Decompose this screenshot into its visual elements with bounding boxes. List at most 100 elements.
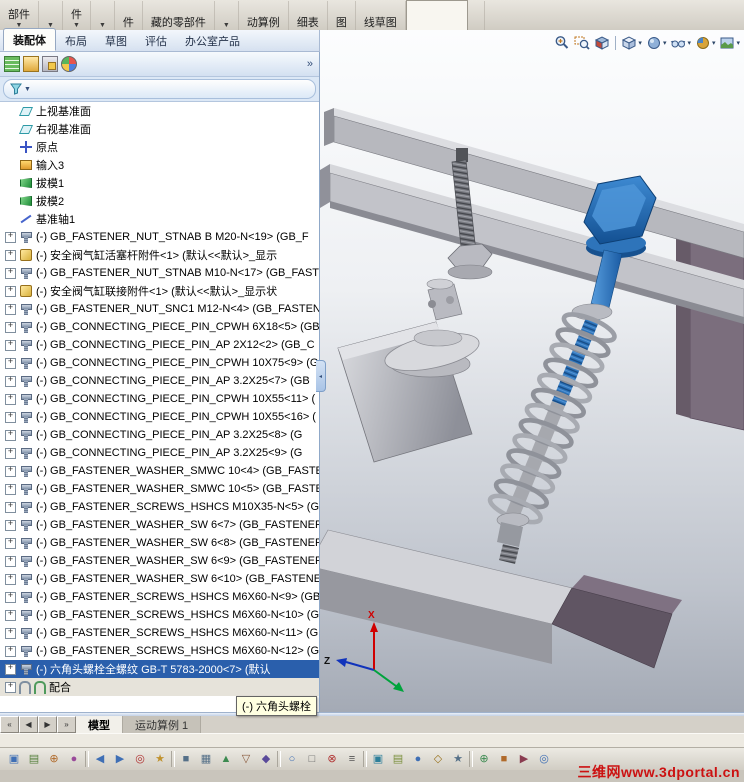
expand-toggle-icon[interactable] — [5, 500, 16, 513]
commandmanager-tab[interactable]: 布局 — [56, 30, 96, 51]
ribbon-button[interactable]: 件 — [115, 1, 143, 30]
ribbon-button[interactable] — [405, 0, 468, 30]
expand-toggle-icon[interactable] — [5, 374, 16, 387]
tree-item[interactable]: (-) 六角头螺栓全螺纹 GB-T 5783-2000<7> (默认 — [0, 660, 319, 678]
tab-scroll-button[interactable]: ◀ — [19, 716, 38, 733]
toolbar-icon[interactable]: ▤ — [389, 750, 407, 768]
toolbar-icon[interactable]: □ — [303, 750, 321, 768]
tree-item[interactable]: (-) 安全阀气缸联接附件<1> (默认<<默认>_显示状 — [0, 282, 319, 300]
tree-item[interactable]: (-) GB_FASTENER_WASHER_SW 6<9> (GB_FASTE… — [0, 552, 319, 570]
toolbar-icon[interactable] — [363, 751, 367, 767]
expand-toggle-icon[interactable] — [5, 608, 16, 621]
ribbon-button[interactable]: 动算例 — [239, 1, 289, 30]
expand-toggle-icon[interactable] — [5, 338, 16, 351]
mates-folder[interactable]: 配合 — [0, 678, 319, 696]
zoom-area-icon[interactable] — [573, 34, 591, 52]
tree-item[interactable]: (-) GB_FASTENER_WASHER_SW 6<8> (GB_FASTE… — [0, 534, 319, 552]
ribbon-button[interactable]: 藏的零部件 — [143, 1, 215, 30]
ribbon-button[interactable]: ▼ — [39, 1, 63, 30]
tree-item[interactable]: (-) GB_CONNECTING_PIECE_PIN_AP 2X12<2> (… — [0, 336, 319, 354]
toolbar-icon[interactable]: ≡ — [343, 750, 361, 768]
ribbon-button[interactable]: 细表 — [289, 1, 328, 30]
commandmanager-tab[interactable]: 办公室产品 — [176, 30, 249, 51]
tree-item[interactable]: (-) GB_FASTENER_SCREWS_HSHCS M6X60-N<10>… — [0, 606, 319, 624]
toolbar-icon[interactable]: ◀ — [91, 750, 109, 768]
toolbar-icon[interactable]: ▣ — [5, 750, 23, 768]
tree-item[interactable]: (-) GB_FASTENER_WASHER_SMWC 10<4> (GB_FA… — [0, 462, 319, 480]
commandmanager-tab[interactable]: 装配体 — [3, 28, 56, 51]
expand-toggle-icon[interactable] — [5, 428, 16, 441]
expand-toggle-icon[interactable] — [5, 680, 16, 693]
expand-toggle-icon[interactable] — [5, 284, 16, 297]
tree-item[interactable]: (-) GB_FASTENER_SCREWS_HSHCS M6X60-N<11>… — [0, 624, 319, 642]
edit-appearance-icon[interactable] — [694, 34, 717, 52]
configuration-manager-icon[interactable] — [42, 56, 58, 72]
expand-toggle-icon[interactable] — [5, 464, 16, 477]
expand-toggle-icon[interactable] — [5, 320, 16, 333]
hide-show-items-icon[interactable] — [669, 34, 692, 52]
toolbar-icon[interactable]: ▶ — [111, 750, 129, 768]
toolbar-icon[interactable]: ◎ — [535, 750, 553, 768]
toolbar-icon[interactable]: ■ — [177, 750, 195, 768]
tree-item[interactable]: (-) GB_FASTENER_WASHER_SW 6<7> (GB_FASTE… — [0, 516, 319, 534]
ribbon-button[interactable]: ▼ — [215, 1, 239, 30]
toolbar-icon[interactable]: ◎ — [131, 750, 149, 768]
tree-item[interactable]: (-) GB_CONNECTING_PIECE_PIN_CPWH 10X55<1… — [0, 408, 319, 426]
toolbar-icon[interactable]: ▣ — [369, 750, 387, 768]
toolbar-icon[interactable]: ⊕ — [45, 750, 63, 768]
apply-scene-icon[interactable] — [718, 34, 741, 52]
expand-toggle-icon[interactable] — [5, 662, 16, 675]
feature-tree-icon[interactable] — [4, 56, 20, 72]
toolbar-icon[interactable]: ▤ — [25, 750, 43, 768]
expand-toggle-icon[interactable] — [5, 590, 16, 603]
tree-item[interactable]: (-) GB_FASTENER_SCREWS_HSHCS M10X35-N<5>… — [0, 498, 319, 516]
toolbar-icon[interactable]: ● — [409, 750, 427, 768]
tree-item[interactable]: 拔模1 — [0, 174, 319, 192]
toolbar-icon[interactable]: ⊗ — [323, 750, 341, 768]
expand-toggle-icon[interactable] — [5, 410, 16, 423]
toolbar-icon[interactable] — [171, 751, 175, 767]
ribbon-button[interactable]: 件 ▼ — [63, 1, 91, 30]
tree-item[interactable]: 输入3 — [0, 156, 319, 174]
ribbon-button[interactable]: ▼ — [91, 1, 115, 30]
toolbar-icon[interactable] — [277, 751, 281, 767]
ribbon-button[interactable]: 部件 ▼ — [0, 1, 39, 30]
toolbar-icon[interactable] — [469, 751, 473, 767]
tab-scroll-button[interactable]: « — [0, 716, 19, 733]
expand-toggle-icon[interactable] — [5, 266, 16, 279]
tree-item[interactable]: (-) GB_FASTENER_SCREWS_HSHCS M6X60-N<9> … — [0, 588, 319, 606]
expand-toggle-icon[interactable] — [5, 446, 16, 459]
expand-toggle-icon[interactable] — [5, 482, 16, 495]
expand-toggle-icon[interactable] — [5, 626, 16, 639]
tree-item[interactable]: (-) GB_CONNECTING_PIECE_PIN_CPWH 10X75<9… — [0, 354, 319, 372]
tree-item[interactable]: (-) GB_FASTENER_NUT_SNC1 M12-N<4> (GB_FA… — [0, 300, 319, 318]
expand-toggle-icon[interactable] — [5, 554, 16, 567]
tab-scroll-button[interactable]: ▶ — [38, 716, 57, 733]
toolbar-icon[interactable]: ★ — [449, 750, 467, 768]
tree-item[interactable]: (-) GB_CONNECTING_PIECE_PIN_CPWH 10X55<1… — [0, 390, 319, 408]
expand-toggle-icon[interactable] — [5, 572, 16, 585]
expand-toggle-icon[interactable] — [5, 392, 16, 405]
tree-item[interactable]: (-) GB_FASTENER_NUT_STNAB B M20-N<19> (G… — [0, 228, 319, 246]
tree-item[interactable]: (-) GB_FASTENER_NUT_STNAB M10-N<17> (GB_… — [0, 264, 319, 282]
expand-toggle-icon[interactable] — [5, 644, 16, 657]
graphics-viewport[interactable]: X Z — [320, 30, 744, 712]
display-manager-icon[interactable] — [61, 56, 77, 72]
toolbar-icon[interactable]: ▲ — [217, 750, 235, 768]
ribbon-button[interactable]: 线草图 — [356, 1, 406, 30]
toolbar-icon[interactable] — [85, 751, 89, 767]
tree-item[interactable]: (-) GB_CONNECTING_PIECE_PIN_AP 3.2X25<7>… — [0, 372, 319, 390]
zoom-fit-icon[interactable] — [553, 34, 571, 52]
expand-toggle-icon[interactable] — [5, 356, 16, 369]
tree-item[interactable]: 基准轴1 — [0, 210, 319, 228]
tree-item[interactable]: (-) GB_FASTENER_WASHER_SW 6<10> (GB_FAST… — [0, 570, 319, 588]
toolbar-icon[interactable]: ▶ — [515, 750, 533, 768]
tree-item[interactable]: (-) GB_FASTENER_SCREWS_HSHCS M6X60-N<12>… — [0, 642, 319, 660]
tree-item[interactable]: 右视基准面 — [0, 120, 319, 138]
expand-toggle-icon[interactable] — [5, 518, 16, 531]
tab-scroll-button[interactable]: » — [57, 716, 76, 733]
commandmanager-tab[interactable]: 评估 — [136, 30, 176, 51]
study-tab[interactable]: 运动算例 1 — [123, 716, 202, 733]
filter-dropdown-arrow-icon[interactable]: ▼ — [24, 86, 31, 93]
expand-toggle-icon[interactable] — [5, 536, 16, 549]
